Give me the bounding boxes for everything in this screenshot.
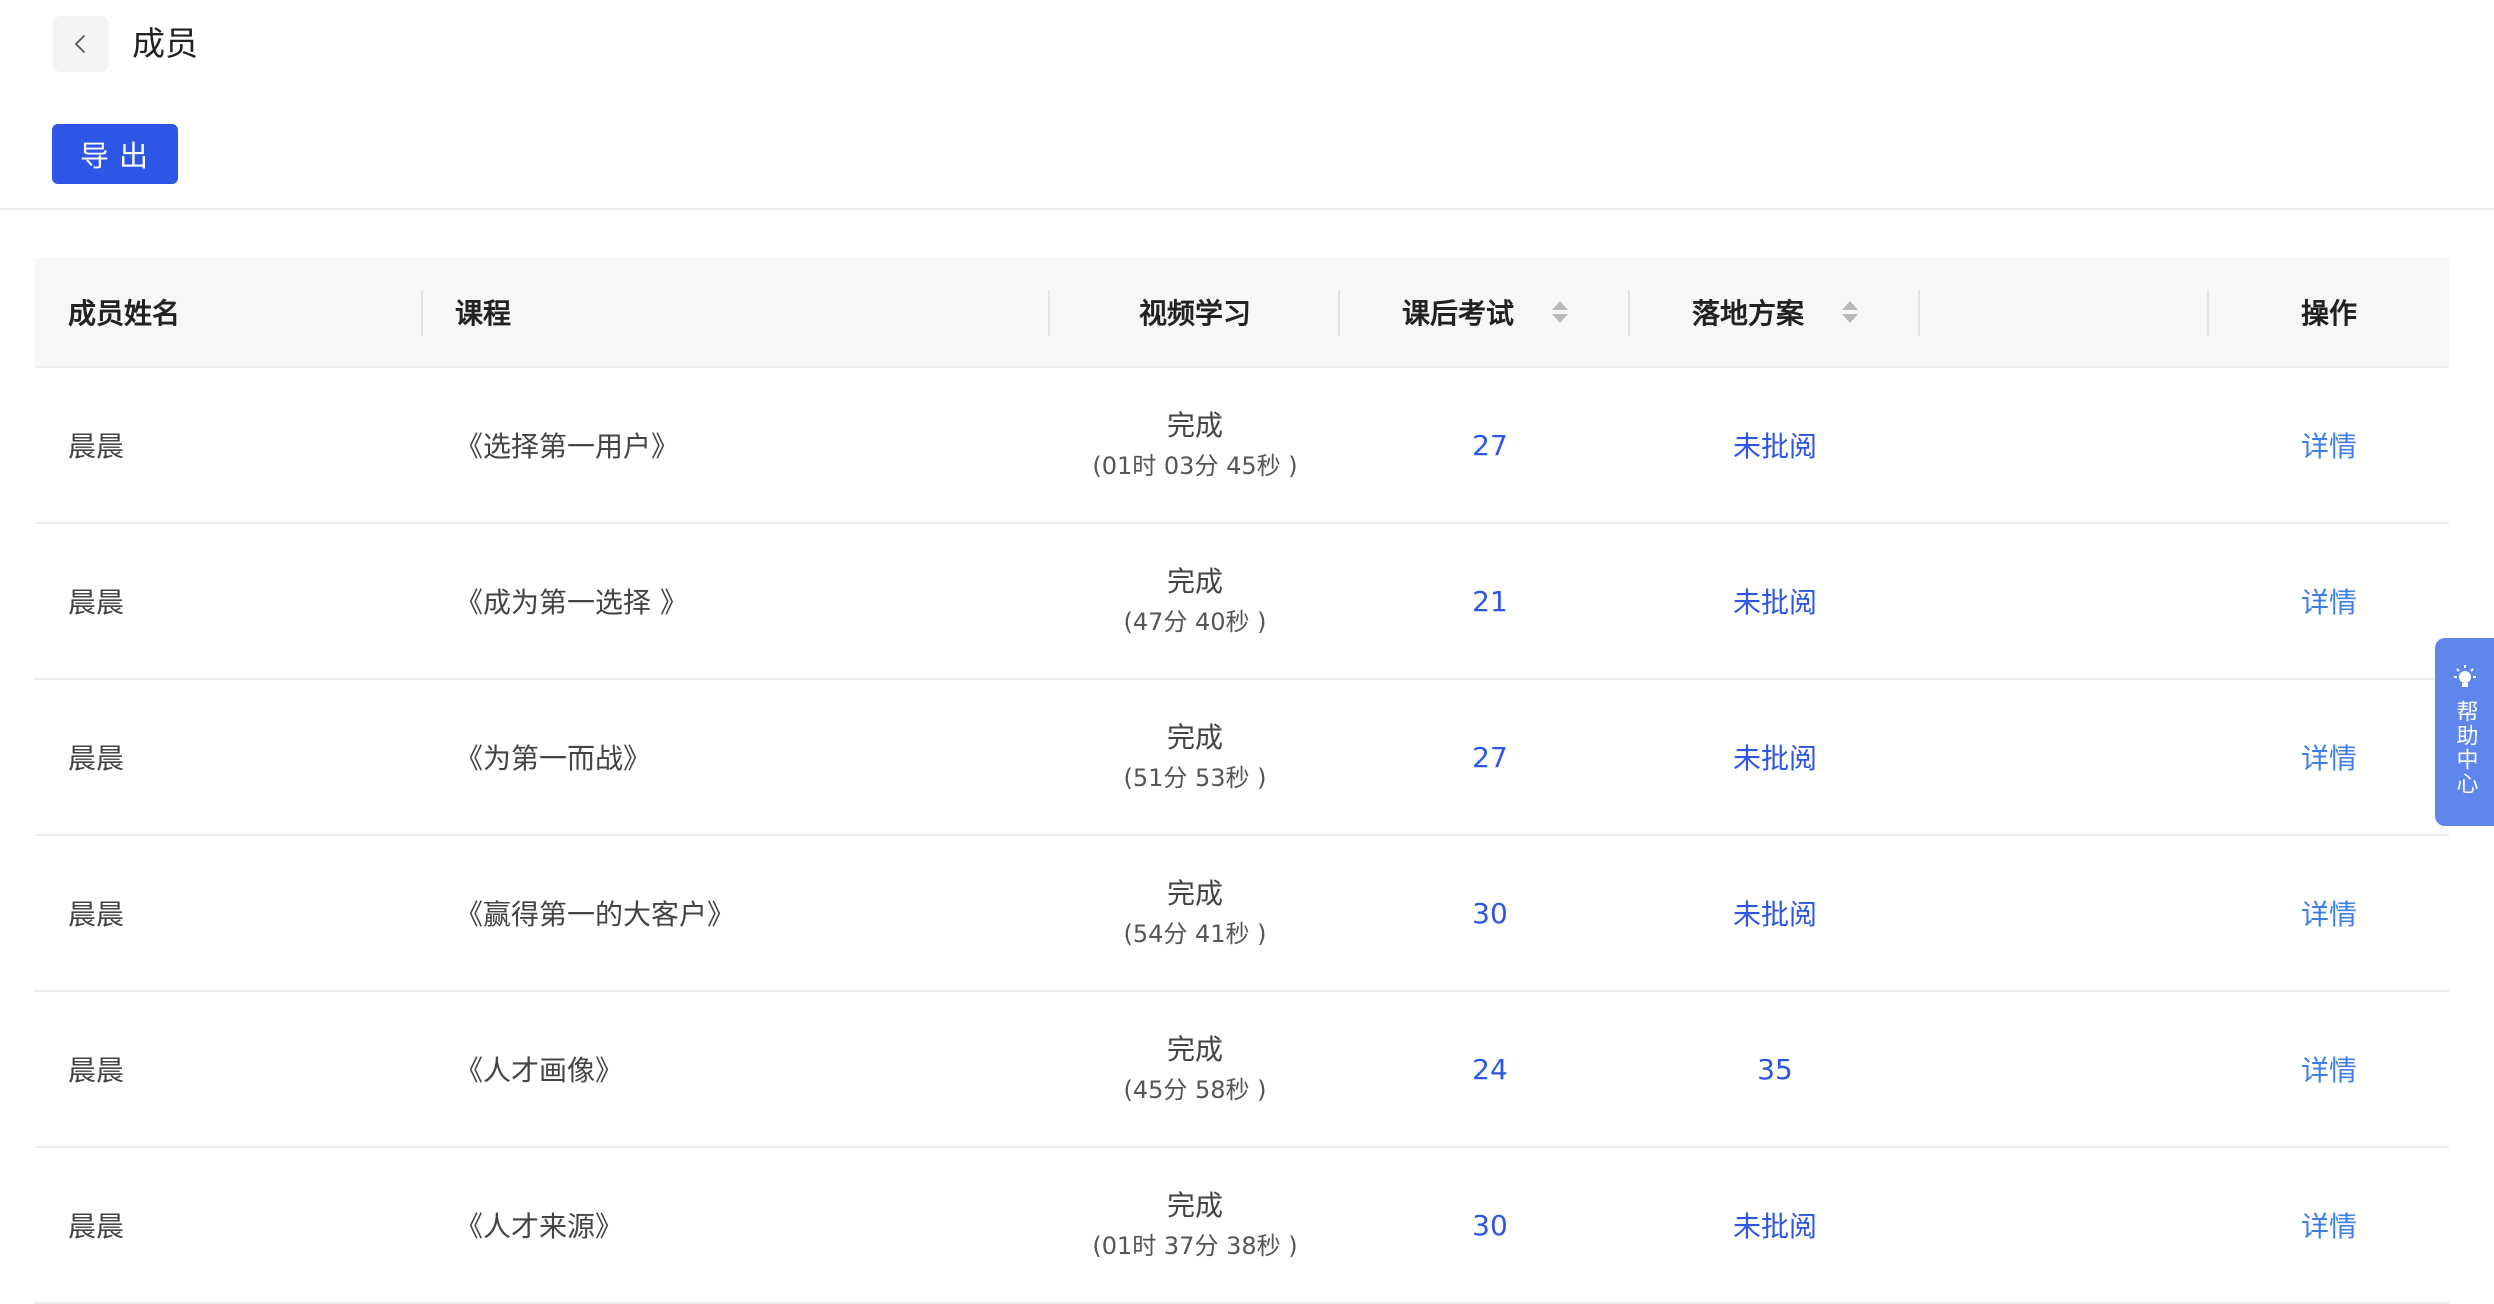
member-name: 晨晨 xyxy=(68,1054,125,1087)
video-progress: 完成 (51分 53秒 ) xyxy=(1050,680,1340,834)
exam-score-link[interactable]: 21 xyxy=(1340,524,1640,678)
plan-status[interactable]: 未批阅 xyxy=(1733,893,1817,933)
exam-score[interactable]: 30 xyxy=(1472,1209,1508,1242)
table-row: 晨晨 《选择第一用户》 完成 (01时 03分 45秒 ) 27 未批阅 详情 xyxy=(35,368,2449,524)
detail-link[interactable]: 详情 xyxy=(2209,680,2449,834)
member-name: 晨晨 xyxy=(68,898,125,931)
video-progress: 完成 (01时 37分 38秒 ) xyxy=(1050,1148,1340,1302)
course-name: 《为第一而战》 xyxy=(455,742,652,775)
column-header-course: 课程 xyxy=(455,297,512,330)
plan-status-link[interactable]: 35 xyxy=(1630,992,1920,1146)
table-row: 晨晨 《人才画像》 完成 (45分 58秒 ) 24 35 详情 xyxy=(35,992,2449,1148)
member-name: 晨晨 xyxy=(68,742,125,775)
plan-status[interactable]: 未批阅 xyxy=(1733,737,1817,777)
video-status: 完成 xyxy=(1166,1033,1223,1066)
help-center-button[interactable]: 帮助中心 xyxy=(2435,638,2494,826)
member-name: 晨晨 xyxy=(68,1210,125,1243)
plan-status-link[interactable]: 未批阅 xyxy=(1630,524,1920,678)
page-header: 成员 导出 xyxy=(0,0,2494,210)
detail-link-label[interactable]: 详情 xyxy=(2301,581,2357,621)
course-name: 《人才来源》 xyxy=(455,1210,624,1243)
video-progress: 完成 (01时 03分 45秒 ) xyxy=(1050,368,1340,522)
video-status: 完成 xyxy=(1166,1189,1223,1222)
plan-status-link[interactable]: 未批阅 xyxy=(1630,836,1920,990)
course-name: 《成为第一选择 》 xyxy=(455,586,688,619)
table-header: 成员姓名 课程 视频学习 课后考试 落地方案 操作 xyxy=(35,258,2449,368)
detail-link-label[interactable]: 详情 xyxy=(2301,1049,2357,1089)
detail-link[interactable]: 详情 xyxy=(2209,1148,2449,1302)
detail-link-label[interactable]: 详情 xyxy=(2301,893,2357,933)
export-button[interactable]: 导出 xyxy=(52,124,178,184)
video-status: 完成 xyxy=(1166,565,1223,598)
detail-link[interactable]: 详情 xyxy=(2209,992,2449,1146)
column-header-exam[interactable]: 课后考试 xyxy=(1340,258,1630,366)
course-name: 《人才画像》 xyxy=(455,1054,624,1087)
member-name: 晨晨 xyxy=(68,430,125,463)
plan-status-link[interactable]: 未批阅 xyxy=(1630,1148,1920,1302)
video-duration: (01时 37分 38秒 ) xyxy=(1092,1232,1298,1260)
course-name: 《选择第一用户》 xyxy=(455,430,680,463)
detail-link-label[interactable]: 详情 xyxy=(2301,737,2357,777)
plan-status[interactable]: 未批阅 xyxy=(1733,1205,1817,1245)
detail-link[interactable]: 详情 xyxy=(2209,368,2449,522)
exam-score[interactable]: 21 xyxy=(1472,585,1508,618)
column-header-name: 成员姓名 xyxy=(68,297,181,330)
detail-link[interactable]: 详情 xyxy=(2209,836,2449,990)
video-duration: (01时 03分 45秒 ) xyxy=(1092,452,1298,480)
table-body: 晨晨 《选择第一用户》 完成 (01时 03分 45秒 ) 27 未批阅 详情 晨晨 《成为第一… xyxy=(35,368,2449,1304)
exam-score[interactable]: 24 xyxy=(1472,1053,1508,1086)
detail-link-label[interactable]: 详情 xyxy=(2301,1205,2357,1245)
sort-icon[interactable] xyxy=(1552,301,1568,323)
table-row: 晨晨 《成为第一选择 》 完成 (47分 40秒 ) 21 未批阅 详情 xyxy=(35,524,2449,680)
plan-status[interactable]: 35 xyxy=(1757,1053,1793,1086)
detail-link[interactable]: 详情 xyxy=(2209,524,2449,678)
table-row: 晨晨 《人才来源》 完成 (01时 37分 38秒 ) 30 未批阅 详情 xyxy=(35,1148,2449,1304)
column-header-exam-label: 课后考试 xyxy=(1401,297,1514,330)
video-status: 完成 xyxy=(1166,409,1223,442)
column-header-plan-label: 落地方案 xyxy=(1691,297,1804,330)
plan-status-link[interactable]: 未批阅 xyxy=(1630,680,1920,834)
plan-status[interactable]: 未批阅 xyxy=(1733,425,1817,465)
column-divider xyxy=(421,290,423,336)
back-button[interactable] xyxy=(53,16,109,72)
exam-score-link[interactable]: 30 xyxy=(1340,1148,1640,1302)
column-header-action: 操作 xyxy=(2300,297,2357,330)
video-status: 完成 xyxy=(1166,721,1223,754)
video-duration: (45分 58秒 ) xyxy=(1123,1076,1267,1104)
column-header-video: 视频学习 xyxy=(1138,297,1251,330)
exam-score-link[interactable]: 30 xyxy=(1340,836,1640,990)
exam-score[interactable]: 30 xyxy=(1472,897,1508,930)
plan-status-link[interactable]: 未批阅 xyxy=(1630,368,1920,522)
exam-score-link[interactable]: 27 xyxy=(1340,680,1640,834)
lightbulb-icon xyxy=(2453,665,2476,687)
course-name: 《赢得第一的大客户》 xyxy=(455,898,736,931)
video-progress: 完成 (47分 40秒 ) xyxy=(1050,524,1340,678)
video-progress: 完成 (45分 58秒 ) xyxy=(1050,992,1340,1146)
table-row: 晨晨 《为第一而战》 完成 (51分 53秒 ) 27 未批阅 详情 xyxy=(35,680,2449,836)
video-duration: (51分 53秒 ) xyxy=(1123,764,1267,792)
table-row: 晨晨 《赢得第一的大客户》 完成 (54分 41秒 ) 30 未批阅 详情 xyxy=(35,836,2449,992)
members-table: 成员姓名 课程 视频学习 课后考试 落地方案 操作 晨晨 《选择第一用户》 完成 (0… xyxy=(35,258,2449,1304)
video-duration: (47分 40秒 ) xyxy=(1123,608,1267,636)
exam-score-link[interactable]: 24 xyxy=(1340,992,1640,1146)
video-duration: (54分 41秒 ) xyxy=(1123,920,1267,948)
exam-score[interactable]: 27 xyxy=(1472,741,1508,774)
sort-icon[interactable] xyxy=(1842,301,1858,323)
column-header-plan[interactable]: 落地方案 xyxy=(1630,258,1920,366)
exam-score-link[interactable]: 27 xyxy=(1340,368,1640,522)
page-title: 成员 xyxy=(132,24,198,63)
member-name: 晨晨 xyxy=(68,586,125,619)
help-center-label: 帮助中心 xyxy=(2452,700,2478,796)
chevron-left-icon xyxy=(75,35,85,53)
exam-score[interactable]: 27 xyxy=(1472,429,1508,462)
plan-status[interactable]: 未批阅 xyxy=(1733,581,1817,621)
column-divider xyxy=(1918,290,1920,336)
detail-link-label[interactable]: 详情 xyxy=(2301,425,2357,465)
video-status: 完成 xyxy=(1166,877,1223,910)
video-progress: 完成 (54分 41秒 ) xyxy=(1050,836,1340,990)
